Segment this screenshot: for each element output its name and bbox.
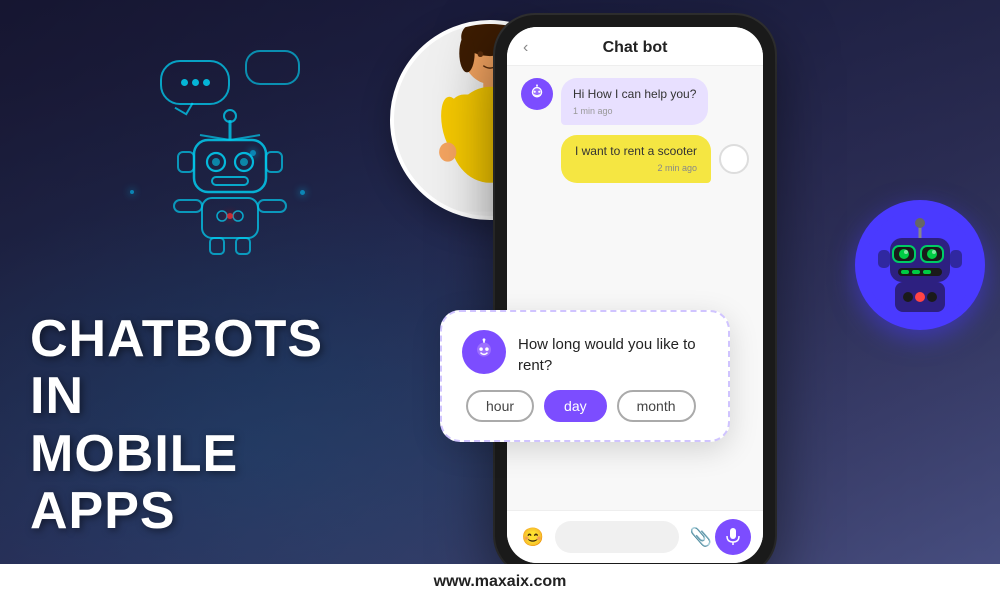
phone-notch xyxy=(605,15,665,21)
chat-card-options: hour day month xyxy=(462,390,708,422)
option-day[interactable]: day xyxy=(544,390,607,422)
bubble-dot-1 xyxy=(181,79,188,86)
phone-bottom-bar: 😊 📎 xyxy=(507,510,763,563)
user-timestamp-1: 2 min ago xyxy=(575,162,697,175)
glow-dot-2 xyxy=(130,190,134,194)
bot-message-1: Hi How I can help you? 1 min ago xyxy=(521,78,749,125)
user-bubble-1: I want to rent a scooter 2 min ago xyxy=(561,135,711,182)
right-robot-svg xyxy=(865,210,975,320)
user-avatar xyxy=(719,144,749,174)
bot-bubble-1: Hi How I can help you? 1 min ago xyxy=(561,78,708,125)
option-hour[interactable]: hour xyxy=(466,390,534,422)
back-icon[interactable]: ‹ xyxy=(523,39,528,57)
content-wrapper: CHATBOTS IN MOBILE APPS xyxy=(0,0,1000,600)
phone-screen: ‹ Chat bot xyxy=(507,27,763,563)
chat-title: Chat bot xyxy=(603,39,668,57)
bottom-bar: www.maxaix.com xyxy=(0,564,1000,600)
bot-avatar-1 xyxy=(521,78,553,110)
robot-icon-area xyxy=(100,40,360,260)
bubble-dot-3 xyxy=(203,79,210,86)
chat-card-message: How long would you like to rent? xyxy=(462,330,708,376)
mic-button[interactable] xyxy=(715,519,751,555)
website-url: www.maxaix.com xyxy=(434,573,567,591)
speech-bubble-1 xyxy=(160,60,230,105)
bot-text-1: Hi How I can help you? xyxy=(573,86,696,103)
title-line-2: MOBILE APPS xyxy=(30,426,390,540)
card-bot-text: How long would you like to rent? xyxy=(518,330,708,376)
phone-header: ‹ Chat bot xyxy=(507,27,763,66)
emoji-icon[interactable]: 😊 xyxy=(519,523,547,551)
phone-mockup: ‹ Chat bot xyxy=(495,15,775,575)
attach-icon[interactable]: 📎 xyxy=(687,523,715,551)
main-title: CHATBOTS IN MOBILE APPS xyxy=(30,311,390,540)
chat-area: Hi How I can help you? 1 min ago I want … xyxy=(507,66,763,510)
speech-bubble-2 xyxy=(245,50,300,85)
bubble-dot-2 xyxy=(192,79,199,86)
message-input[interactable] xyxy=(555,521,679,553)
bot-timestamp-1: 1 min ago xyxy=(573,105,696,118)
left-section: CHATBOTS IN MOBILE APPS xyxy=(30,311,390,540)
glow-dot-1 xyxy=(250,150,256,156)
title-line-1: CHATBOTS IN xyxy=(30,311,390,425)
glow-dot-3 xyxy=(300,190,305,195)
right-robot-circle xyxy=(855,200,985,330)
robot-icon-svg xyxy=(150,100,310,260)
option-month[interactable]: month xyxy=(617,390,696,422)
user-message-1: I want to rent a scooter 2 min ago xyxy=(521,135,749,182)
chat-card-inner: How long would you like to rent? hour da… xyxy=(462,330,708,422)
user-text-1: I want to rent a scooter xyxy=(575,143,697,160)
card-bot-avatar xyxy=(462,330,506,374)
chat-card-expanded: How long would you like to rent? hour da… xyxy=(440,310,730,442)
